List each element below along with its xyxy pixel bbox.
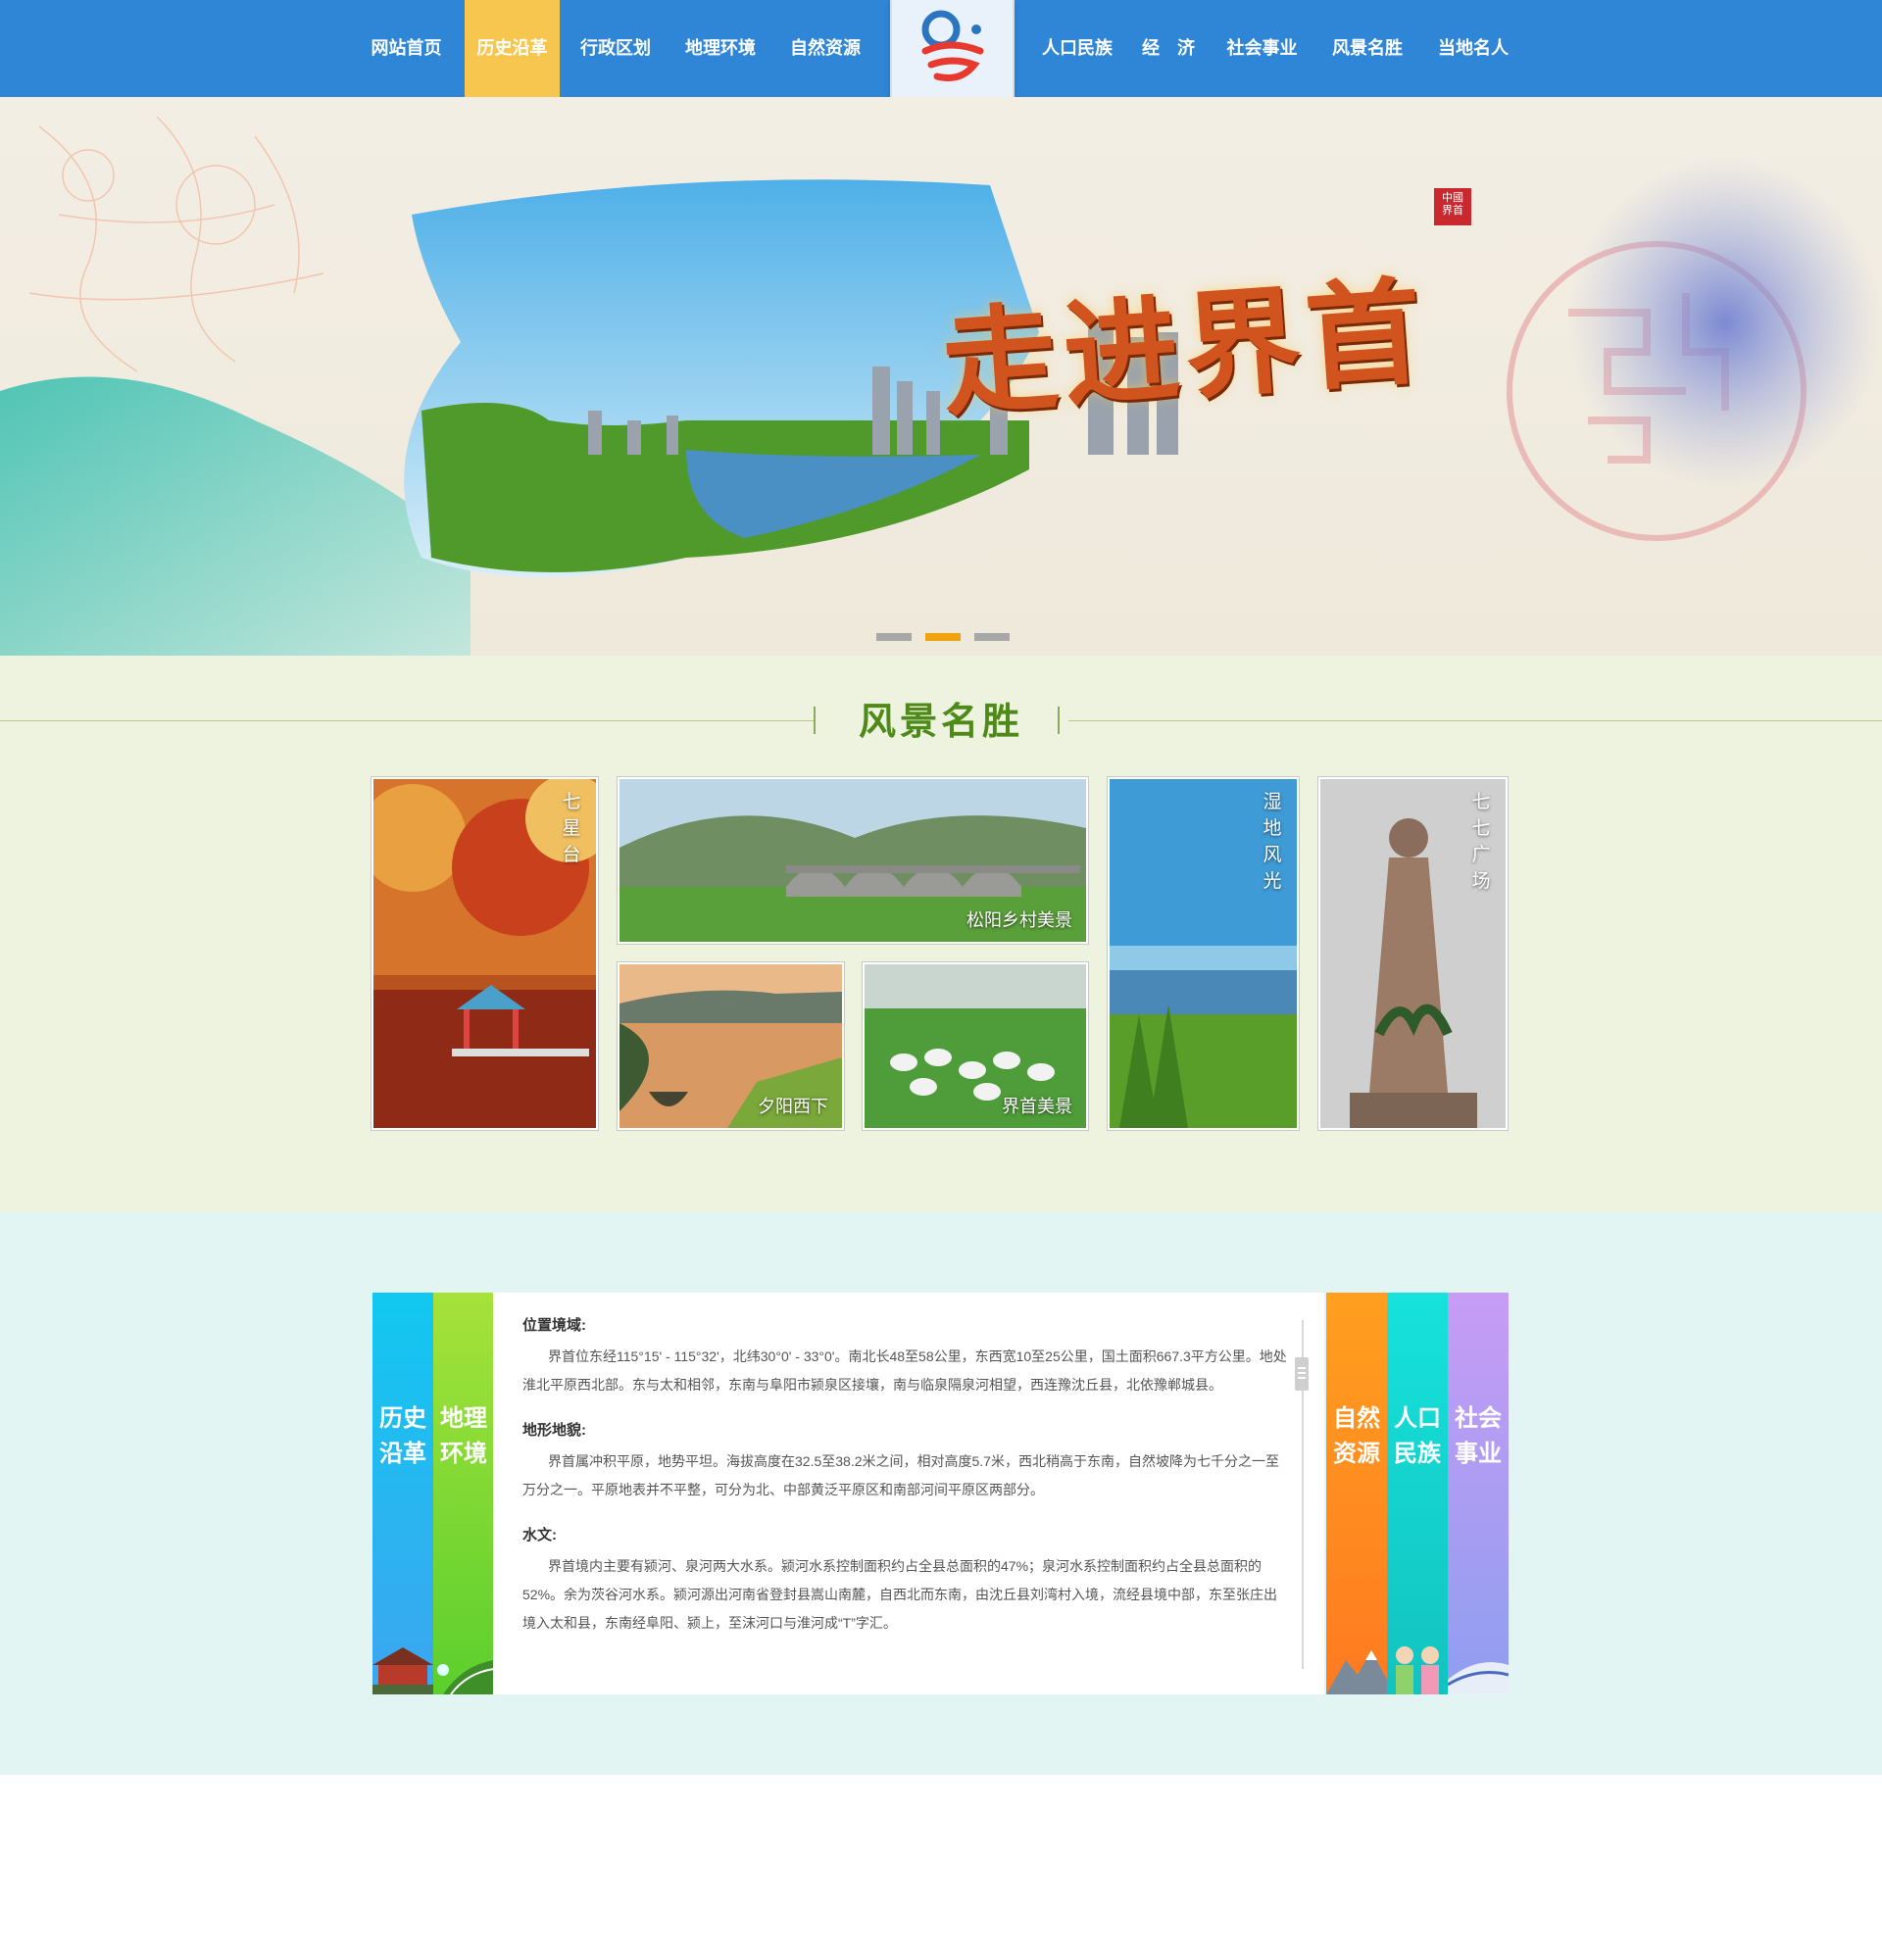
slider-pagination xyxy=(876,628,1023,646)
banner-title: 走进界首 xyxy=(937,262,1432,433)
slider-dot-3[interactable] xyxy=(974,633,1010,641)
tab-label: 地理环境 xyxy=(440,1403,487,1467)
nav-history[interactable]: 历史沿革 xyxy=(465,0,560,97)
tab-history[interactable]: 历史沿革 xyxy=(372,1293,433,1694)
hero-banner[interactable]: 走进界首 中國界首 xyxy=(0,97,1882,656)
nav-population[interactable]: 人口民族 xyxy=(1028,0,1126,97)
scenic-card-wetland[interactable]: 湿地风光 xyxy=(1107,776,1300,1131)
county-info-section: 历史沿革 地理环境 位置境域: 界首位东经115°15' - 115°32'，北… xyxy=(0,1211,1882,1775)
info-content-panel: 位置境域: 界首位东经115°15' - 115°32'，北纬30°0' - 3… xyxy=(493,1293,1324,1694)
card-caption: 松阳乡村美景 xyxy=(966,910,1072,930)
section-text-location: 界首位东经115°15' - 115°32'，北纬30°0' - 33°0'。南… xyxy=(522,1348,1287,1393)
section-divider-right xyxy=(1068,720,1882,721)
tab-label: 社会事业 xyxy=(1455,1403,1502,1467)
section-text-terrain: 界首属冲积平原，地势平坦。海拔高度在32.5至38.2米之间，相对高度5.7米，… xyxy=(522,1453,1279,1497)
scenic-card-qiqi-square[interactable]: 七七广场 xyxy=(1317,776,1509,1131)
train-icon xyxy=(1448,1662,1509,1694)
tab-label: 人口民族 xyxy=(1394,1403,1441,1467)
scrollbar-thumb[interactable] xyxy=(1295,1357,1309,1391)
card-caption: 七七广场 xyxy=(1471,792,1491,892)
nav-famous-people[interactable]: 当地名人 xyxy=(1422,0,1524,97)
section-text-hydrology: 界首境内主要有颍河、泉河两大水系。颍河水系控制面积约占全县总面积的47%；泉河水… xyxy=(522,1558,1278,1631)
nav-geography[interactable]: 地理环境 xyxy=(671,0,769,97)
tab-social-affairs[interactable]: 社会事业 xyxy=(1448,1293,1509,1694)
card-caption: 界首美景 xyxy=(1002,1097,1072,1116)
scenic-card-jieshou[interactable]: 界首美景 xyxy=(862,961,1089,1131)
scenic-card-sunset[interactable]: 夕阳西下 xyxy=(617,961,845,1131)
slider-dot-1[interactable] xyxy=(876,633,912,641)
top-navigation-bar: 网站首页 历史沿革 行政区划 地理环境 自然资源 界首新闻网 人口民族 经 济 … xyxy=(0,0,1882,139)
nav-scenic-spots[interactable]: 风景名胜 xyxy=(1316,0,1418,97)
palace-icon xyxy=(372,1647,433,1694)
nav-social-affairs[interactable]: 社会事业 xyxy=(1211,0,1313,97)
nav-natural-resources[interactable]: 自然资源 xyxy=(776,0,874,97)
road-icon xyxy=(437,1660,494,1694)
slider-dot-2[interactable] xyxy=(925,633,961,641)
card-caption: 夕阳西下 xyxy=(758,1097,828,1116)
tab-label: 历史沿革 xyxy=(379,1403,426,1467)
section-heading-location: 位置境域: xyxy=(522,1317,586,1334)
scenic-card-songyang[interactable]: 松阳乡村美景 xyxy=(617,776,1089,945)
people-icon xyxy=(1396,1646,1439,1694)
section-title: 风景名胜 xyxy=(858,699,1023,743)
banner-seal: 中國界首 xyxy=(1434,188,1471,225)
mountain-icon xyxy=(1326,1650,1387,1694)
tab-natural-resources[interactable]: 自然资源 xyxy=(1326,1293,1387,1694)
section-divider-left xyxy=(0,720,814,721)
scenic-card-qixingtai[interactable]: 七星台 xyxy=(371,776,599,1131)
banner-landscape-image xyxy=(0,116,1882,656)
nav-administrative-division[interactable]: 行政区划 xyxy=(567,0,665,97)
card-caption: 湿地风光 xyxy=(1263,792,1282,892)
tab-population[interactable]: 人口民族 xyxy=(1387,1293,1448,1694)
card-caption: 七星台 xyxy=(562,792,581,865)
nav-economy[interactable]: 经 济 xyxy=(1133,0,1204,97)
nav-home[interactable]: 网站首页 xyxy=(355,0,458,97)
section-heading-terrain: 地形地貌: xyxy=(522,1422,586,1439)
tab-geography[interactable]: 地理环境 xyxy=(433,1293,494,1694)
tab-label: 自然资源 xyxy=(1333,1403,1380,1467)
logo-icon xyxy=(921,10,984,81)
scenic-spots-section: 风景名胜 七星台 松阳乡村美景 夕阳西下 界首美景 湿地风光 七七广场 xyxy=(0,656,1882,1211)
section-heading-hydrology: 水文: xyxy=(522,1527,557,1544)
